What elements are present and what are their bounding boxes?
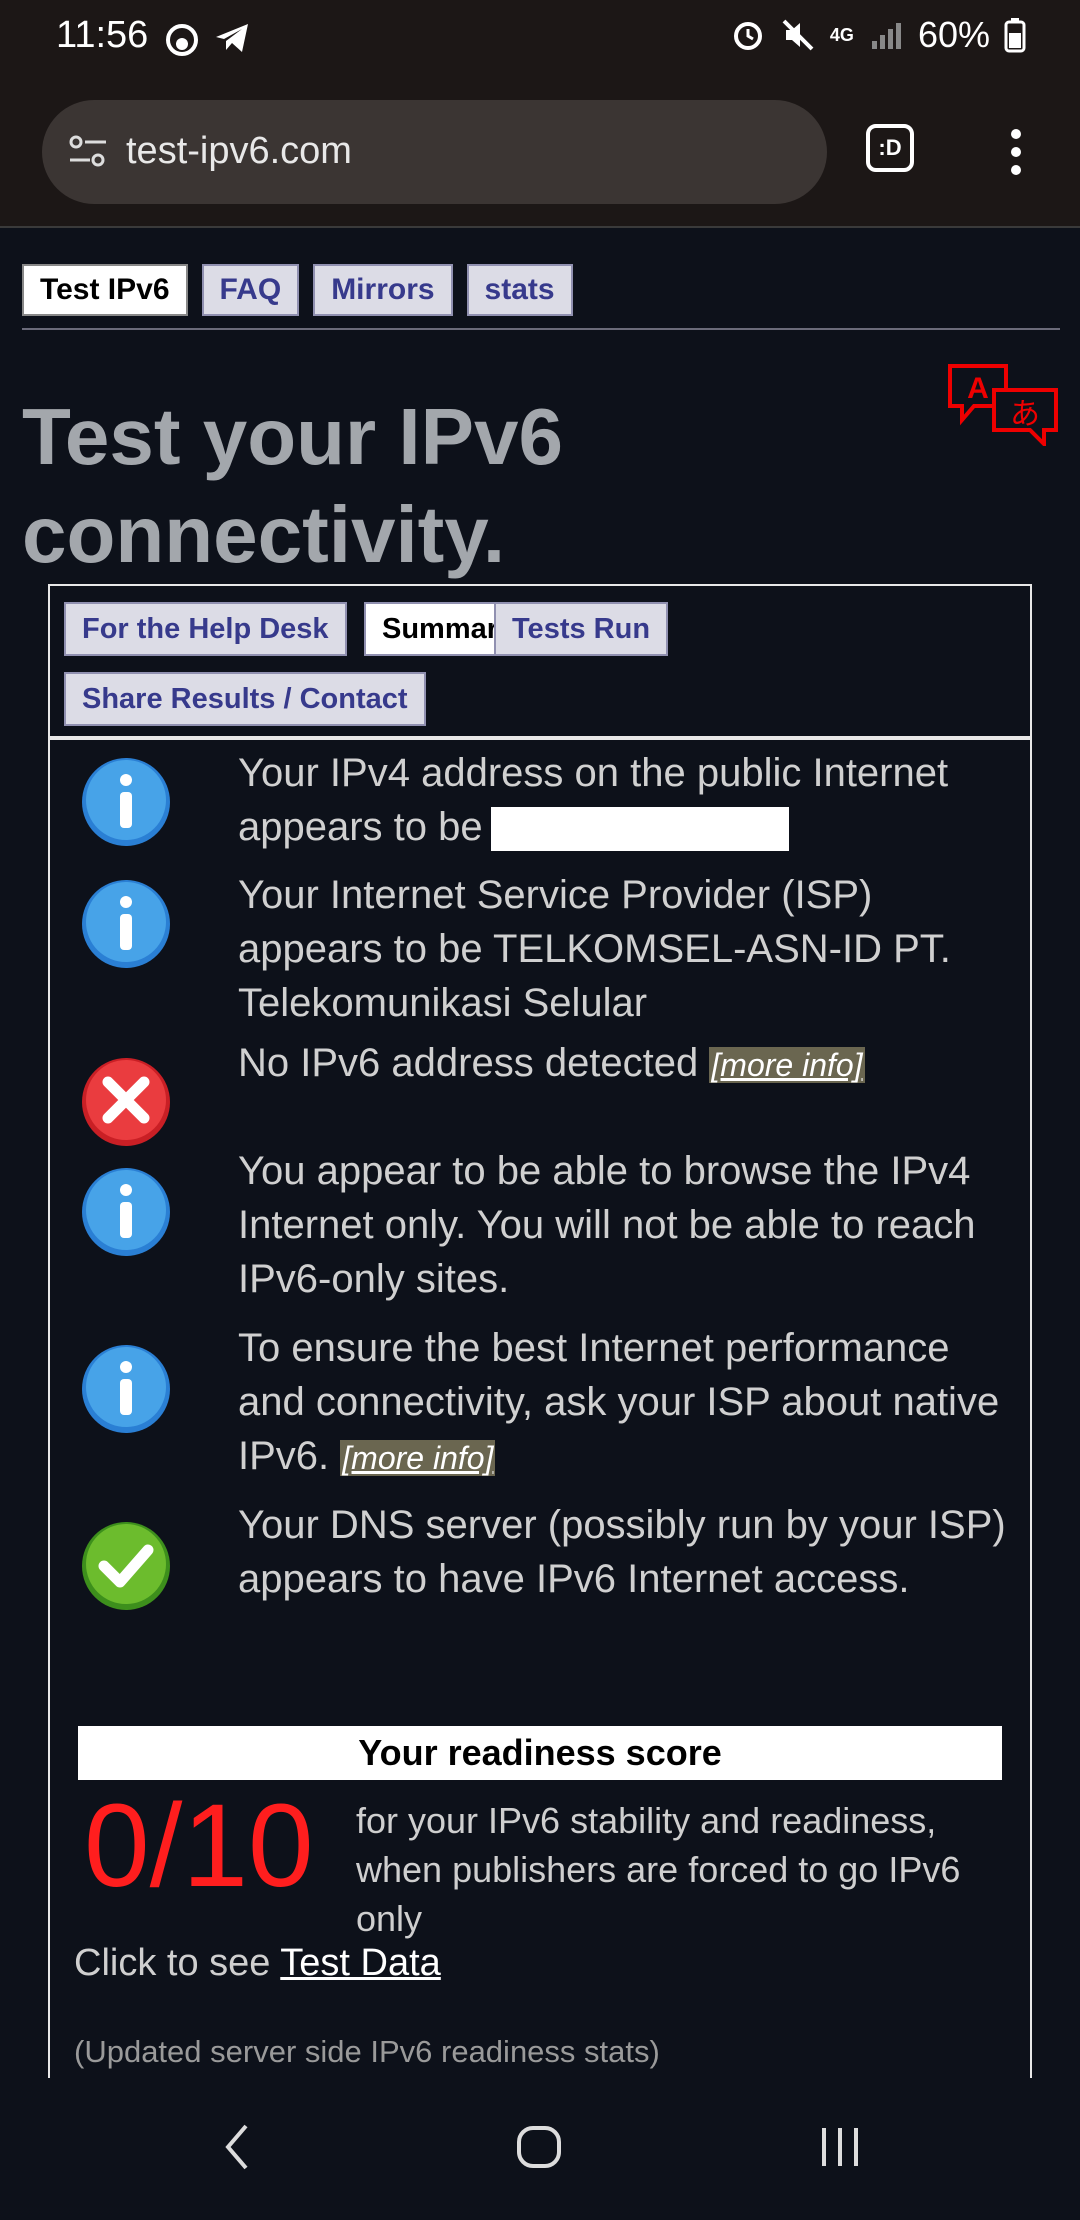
svg-text:A: A <box>967 372 989 405</box>
site-info-icon[interactable] <box>66 130 110 174</box>
tab-test-ipv6[interactable]: Test IPv6 <box>22 264 188 316</box>
tab-stats[interactable]: stats <box>466 264 573 316</box>
tab-tests-run[interactable]: Tests Run <box>494 602 669 656</box>
more-info-link[interactable]: [more info] <box>709 1047 865 1083</box>
error-icon <box>82 1058 170 1146</box>
tab-switcher-button[interactable]: :D <box>866 124 914 172</box>
status-bar: 11:56 4G 60% <box>0 0 1080 76</box>
url-text[interactable]: test-ipv6.com <box>126 130 352 173</box>
result-text: Your DNS server (possibly run by your IS… <box>238 1503 1006 1601</box>
more-info-link[interactable]: [more info] <box>340 1440 496 1476</box>
browser-toolbar: test-ipv6.com :D <box>0 76 1080 228</box>
notification-app-icon <box>166 24 198 56</box>
info-icon <box>82 1345 170 1433</box>
tab-share-results[interactable]: Share Results / Contact <box>64 672 426 726</box>
tab-mirrors[interactable]: Mirrors <box>313 264 453 316</box>
info-icon <box>82 1168 170 1256</box>
tab-faq[interactable]: FAQ <box>201 264 300 316</box>
telegram-icon <box>216 24 248 52</box>
more-menu-icon[interactable] <box>1006 126 1026 178</box>
readiness-score: 0/10 <box>84 1780 314 1912</box>
page-title: Test your IPv6 connectivity. <box>22 392 563 579</box>
result-text: No IPv6 address detected <box>238 1041 699 1085</box>
readiness-description: for your IPv6 stability and readiness, w… <box>356 1800 961 1939</box>
mute-icon <box>782 19 814 51</box>
redacted-ip <box>490 807 789 852</box>
address-bar[interactable]: test-ipv6.com <box>42 100 827 204</box>
nav-divider <box>22 328 1060 330</box>
result-text: Your Internet Service Provider (ISP) app… <box>238 873 951 1025</box>
system-nav-bar <box>0 2078 1080 2220</box>
tab-help-desk[interactable]: For the Help Desk <box>64 602 347 656</box>
home-icon[interactable] <box>516 2122 562 2172</box>
recents-icon[interactable] <box>818 2122 862 2172</box>
battery-icon <box>1004 18 1026 53</box>
click-prefix: Click to see <box>74 1942 271 1984</box>
top-nav: Test IPv6 FAQ Mirrors stats <box>22 264 573 316</box>
battery-percent: 60% <box>917 14 990 55</box>
test-data-line: Click to see Test Data <box>74 1942 441 1985</box>
results-panel: For the Help Desk Summary Tests Run Shar… <box>48 584 1032 2078</box>
network-type: 4G <box>829 24 854 45</box>
updated-stats-note[interactable]: (Updated server side IPv6 readiness stat… <box>74 2034 660 2070</box>
web-content: Test IPv6 FAQ Mirrors stats A あ Test you… <box>0 228 1080 2078</box>
info-icon <box>82 880 170 968</box>
back-icon[interactable] <box>222 2122 252 2172</box>
panel-divider <box>50 736 1030 740</box>
test-data-link[interactable]: Test Data <box>280 1942 441 1984</box>
result-text: You appear to be able to browse the IPv4… <box>238 1149 976 1301</box>
svg-text:あ: あ <box>1010 397 1040 432</box>
readiness-heading: Your readiness score <box>78 1726 1002 1780</box>
signal-icon <box>871 23 901 49</box>
info-icon <box>82 758 170 846</box>
check-icon <box>82 1522 170 1610</box>
translate-icon[interactable]: A あ <box>944 362 1062 446</box>
alarm-icon <box>733 22 762 50</box>
status-time: 11:56 <box>56 14 149 56</box>
